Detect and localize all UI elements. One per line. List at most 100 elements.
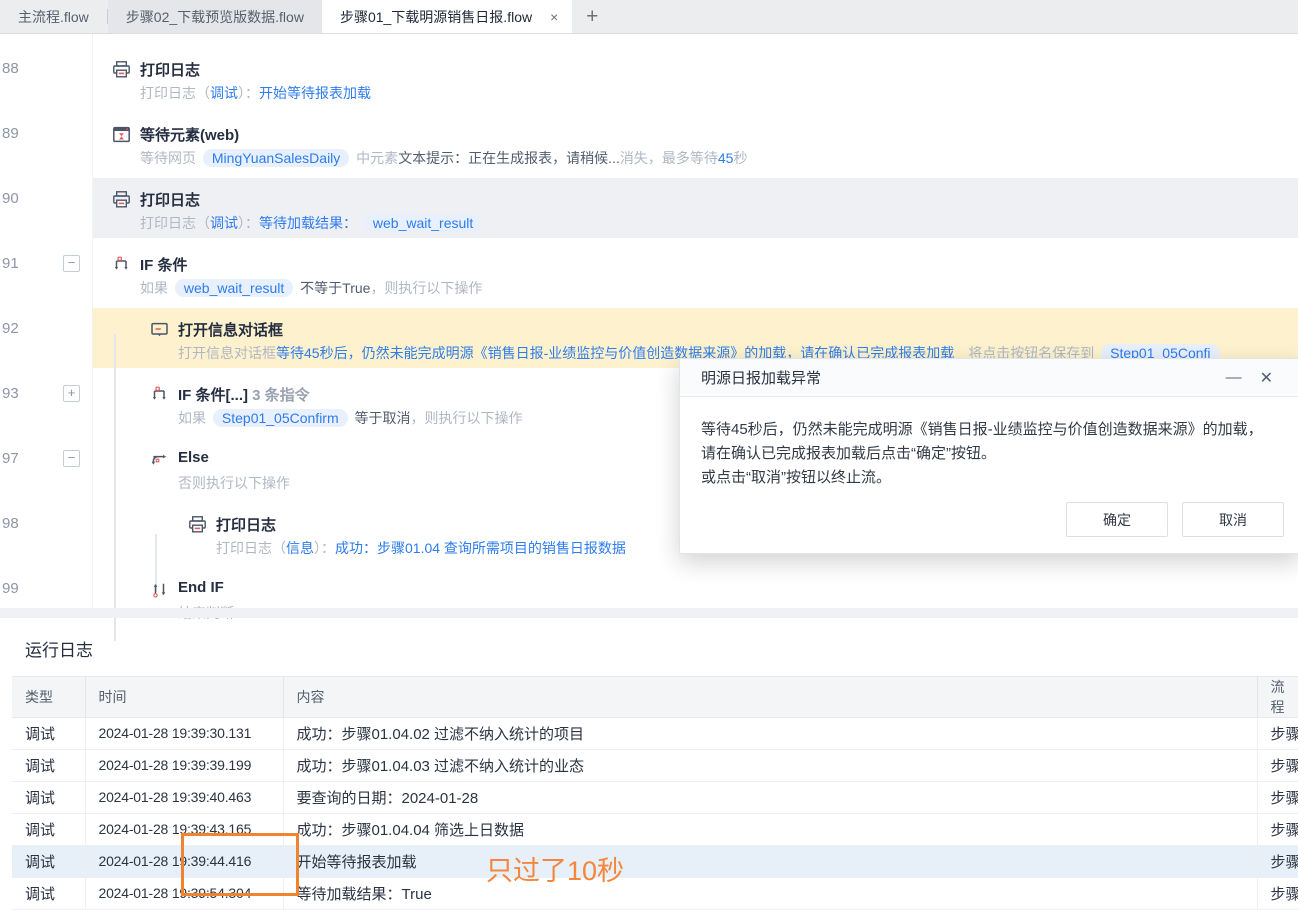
- log-row[interactable]: 调试 2024-01-28 19:39:40.463 要查询的日期：2024-01-…: [12, 781, 1298, 814]
- tab-label: 主流程.flow: [18, 8, 89, 25]
- subtitle-text: ）：: [238, 85, 259, 101]
- dialog-icon: [150, 320, 169, 339]
- log-date: 2024-01-28: [98, 821, 172, 837]
- ok-button[interactable]: 确定: [1066, 502, 1168, 537]
- log-time-cell: 2024-01-28 19:39:40.463: [85, 781, 284, 814]
- log-time-cell: 2024-01-28 19:39:43.165: [85, 813, 284, 846]
- log-row[interactable]: 调试 2024-01-28 19:39:43.165 成功：步骤01.04.04 筛…: [12, 813, 1298, 846]
- log-content-cell: 成功：步骤01.04.04 筛选上日数据: [283, 813, 1258, 846]
- log-row[interactable]: 调试 2024-01-28 19:39:54.304 等待加载结果：True 步骤: [12, 877, 1298, 910]
- step-title[interactable]: Else: [178, 449, 209, 466]
- collapse-icon[interactable]: −: [63, 255, 80, 272]
- endif-icon: [150, 580, 169, 599]
- log-row[interactable]: 调试 2024-01-28 19:39:39.199 成功：步骤01.04.03 过…: [12, 749, 1298, 782]
- printer-icon: [112, 60, 131, 79]
- subtitle-text: 打印日志（: [216, 540, 286, 556]
- collapse-icon[interactable]: −: [63, 450, 80, 467]
- log-time: 19:39:43.165: [171, 821, 252, 837]
- step-title[interactable]: IF 条件[...] 3 条指令: [178, 384, 310, 405]
- tab-label: 步骤02_下载预览版数据.flow: [125, 8, 304, 25]
- step-number: 89: [2, 125, 19, 142]
- log-content-cell: 成功：步骤01.04.03 过滤不纳入统计的业态: [283, 749, 1258, 782]
- printer-icon: [188, 515, 207, 534]
- log-date: 2024-01-28: [98, 757, 172, 773]
- step-number: 99: [2, 580, 19, 597]
- step-title[interactable]: 打印日志: [216, 514, 276, 535]
- if-branch-guide-line: [114, 334, 116, 641]
- dialog-buttons: 确定 取消: [1066, 502, 1284, 537]
- variable-chip[interactable]: MingYuanSalesDaily: [202, 149, 350, 167]
- new-tab-button[interactable]: +: [572, 0, 612, 33]
- subtitle-text: 如果: [178, 410, 210, 426]
- subtitle-text: ，则执行以下操作: [410, 410, 523, 426]
- step-number: 92: [2, 320, 19, 337]
- subtitle-text: 消失，最多等待: [619, 150, 718, 166]
- panel-divider[interactable]: [0, 608, 1298, 618]
- log-flow-cell: 步骤: [1257, 813, 1298, 846]
- log-flow-cell: 步骤: [1257, 749, 1298, 782]
- log-time: 19:39:44.416: [171, 853, 252, 869]
- tab-bar: 主流程.flow 步骤02_下载预览版数据.flow 步骤01_下载明源销售日报…: [0, 0, 1298, 34]
- subtitle-text: 45: [717, 150, 734, 166]
- step-title[interactable]: End IF: [178, 579, 224, 596]
- subtitle-text: 信息: [286, 540, 314, 556]
- subtitle-text: 中元素: [352, 150, 399, 166]
- step-number: 98: [2, 515, 19, 532]
- step-title[interactable]: 打开信息对话框: [178, 319, 283, 340]
- log-content-cell: 开始等待报表加载: [283, 845, 1258, 878]
- log-date: 2024-01-28: [98, 725, 172, 741]
- log-flow-cell: 步骤: [1257, 717, 1298, 750]
- log-type-cell: 调试: [12, 845, 86, 878]
- minimize-icon[interactable]: —: [1217, 369, 1251, 387]
- step-title[interactable]: IF 条件: [140, 254, 188, 275]
- subtitle-text: 调试: [210, 215, 238, 231]
- subtitle-text: 等待加载结果：: [259, 215, 361, 231]
- step-subtitle: 打印日志（调试）：等待加载结果： web_wait_result: [140, 213, 485, 233]
- step-title[interactable]: 打印日志: [140, 59, 200, 80]
- step-subtitle: 如果 web_wait_result 不等于True，则执行以下操作: [140, 278, 482, 298]
- subtitle-text: 打印日志（: [140, 215, 210, 231]
- dialog-title-bar[interactable]: 明源日报加载异常 — ✕: [680, 359, 1298, 397]
- log-row[interactable]: 调试 2024-01-28 19:39:44.416 开始等待报表加载 步骤: [12, 845, 1298, 878]
- subtitle-text: 打开信息对话框: [178, 345, 276, 361]
- log-type-cell: 调试: [12, 717, 86, 750]
- tab-label: 步骤01_下载明源销售日报.flow: [339, 8, 533, 25]
- close-icon[interactable]: ✕: [1251, 368, 1282, 388]
- step-title[interactable]: 等待元素(web): [140, 124, 239, 145]
- subtitle-text: ）：: [314, 540, 335, 556]
- variable-chip[interactable]: web_wait_result: [363, 214, 483, 232]
- variable-chip[interactable]: web_wait_result: [174, 279, 294, 297]
- dialog-message-line: 或点击“取消”按钮以终止流。: [701, 469, 891, 486]
- subtitle-text: 如果: [140, 280, 172, 296]
- log-row[interactable]: 调试 2024-01-28 19:39:30.131 成功：步骤01.04.02 过…: [12, 717, 1298, 750]
- subtitle-text: ）：: [238, 215, 259, 231]
- subtitle-text: 等于取消: [350, 410, 411, 426]
- cancel-button[interactable]: 取消: [1182, 502, 1284, 537]
- expand-icon[interactable]: +: [63, 385, 80, 402]
- log-date: 2024-01-28: [98, 789, 172, 805]
- tab-step01-active[interactable]: 步骤01_下载明源销售日报.flow ×: [321, 0, 573, 33]
- log-time: 19:39:40.463: [171, 789, 252, 805]
- step-number: 90: [2, 190, 19, 207]
- subtitle-text: 秒: [733, 150, 748, 166]
- printer-icon: [112, 190, 131, 209]
- subtitle-text: 开始等待报表加载: [259, 85, 371, 101]
- dialog-title: 明源日报加载异常: [701, 370, 822, 387]
- tab-main-flow[interactable]: 主流程.flow: [0, 0, 107, 33]
- subtitle-text: 调试: [210, 85, 238, 101]
- tab-step02[interactable]: 步骤02_下载预览版数据.flow: [107, 0, 322, 33]
- log-date: 2024-01-28: [98, 853, 172, 869]
- column-header-content: 内容: [283, 676, 1258, 718]
- log-time: 19:39:30.131: [171, 725, 252, 741]
- close-tab-icon[interactable]: ×: [546, 9, 562, 25]
- log-flow-cell: 步骤: [1257, 877, 1298, 910]
- step-subtitle: 如果 Step01_05Confirm 等于取消，则执行以下操作: [178, 408, 523, 428]
- if-icon: [150, 385, 169, 404]
- log-time-cell: 2024-01-28 19:39:39.199: [85, 749, 284, 782]
- variable-chip[interactable]: Step01_05Confirm: [212, 409, 348, 427]
- column-header-time: 时间: [85, 676, 284, 718]
- log-content-cell: 成功：步骤01.04.02 过滤不纳入统计的项目: [283, 717, 1258, 750]
- log-time-cell: 2024-01-28 19:39:30.131: [85, 717, 284, 750]
- web-wait-icon: [112, 125, 131, 144]
- step-title[interactable]: 打印日志: [140, 189, 200, 210]
